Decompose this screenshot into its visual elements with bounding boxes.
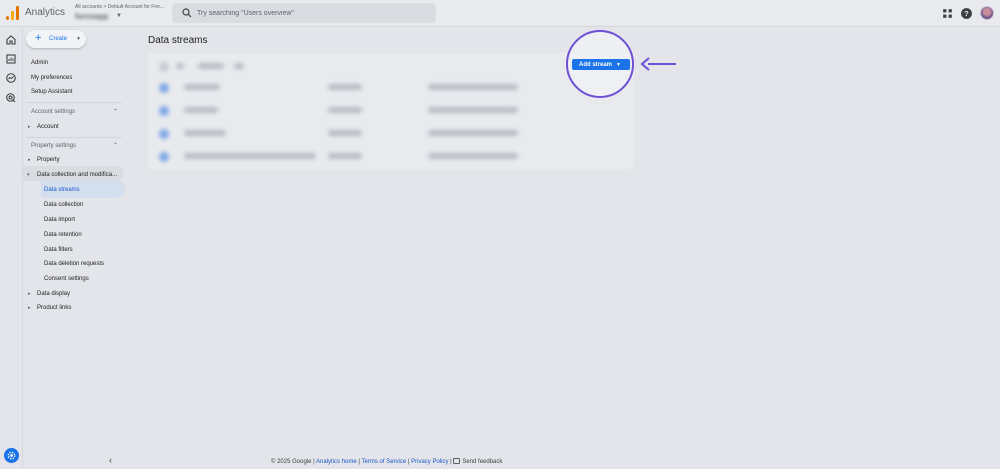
nav-account[interactable]: Account <box>37 124 59 130</box>
user-avatar[interactable] <box>980 6 994 20</box>
send-feedback-link[interactable]: Send feedback <box>453 458 502 465</box>
chevron-down-icon[interactable]: ▼ <box>116 13 122 19</box>
advertising-icon[interactable] <box>5 92 17 104</box>
admin-sidebar: + Create ▼ Admin My preferences Setup As… <box>23 27 129 469</box>
nav-admin[interactable]: Admin <box>31 60 48 66</box>
stream-icon <box>159 83 169 93</box>
nav-my-preferences[interactable]: My preferences <box>31 75 72 81</box>
expand-arrow-icon[interactable]: ▸ <box>28 305 31 311</box>
gear-icon <box>7 451 16 460</box>
admin-settings-gear-icon[interactable] <box>4 448 19 463</box>
privacy-policy-link[interactable]: Privacy Policy <box>411 459 448 465</box>
divider <box>26 137 122 138</box>
create-button[interactable]: + Create ▼ <box>26 30 86 48</box>
analytics-logo-icon[interactable] <box>6 6 19 20</box>
property-name[interactable]: formsapp <box>75 12 108 21</box>
collapse-arrow-icon[interactable]: ▾ <box>27 172 30 178</box>
filter-icon <box>159 62 169 72</box>
nav-data-deletion-requests[interactable]: Data deletion requests <box>44 261 104 267</box>
pointer-arrow-icon <box>640 57 676 71</box>
section-account-settings[interactable]: Account settings <box>31 109 75 115</box>
table-row[interactable] <box>148 77 634 100</box>
table-toolbar <box>148 56 634 79</box>
divider <box>26 102 122 103</box>
feedback-icon <box>453 458 461 464</box>
analytics-home-link[interactable]: Analytics home <box>316 459 357 465</box>
plus-icon: + <box>35 32 42 44</box>
search-input[interactable] <box>197 6 427 20</box>
apps-grid-icon[interactable] <box>941 7 954 20</box>
table-row[interactable] <box>148 146 634 169</box>
top-bar: Analytics All accounts > Default Account… <box>0 0 1000 27</box>
terms-of-service-link[interactable]: Terms of Service <box>362 459 407 465</box>
expand-arrow-icon[interactable]: ▸ <box>28 291 31 297</box>
svg-text:?: ? <box>964 9 969 18</box>
nav-consent-settings[interactable]: Consent settings <box>44 276 89 282</box>
left-rail <box>0 27 23 469</box>
chevron-down-icon: ▼ <box>616 62 621 68</box>
section-property-settings[interactable]: Property settings <box>31 143 76 149</box>
add-stream-button[interactable]: Add stream ▼ <box>572 59 630 70</box>
footer: © 2025 Google | Analytics home | Terms o… <box>271 458 503 465</box>
account-breadcrumb[interactable]: All accounts > Default Account for Fire.… <box>75 4 164 10</box>
stream-icon <box>159 106 169 116</box>
help-icon[interactable]: ? <box>960 7 973 20</box>
nav-product-links[interactable]: Product links <box>37 305 71 311</box>
nav-data-import[interactable]: Data import <box>44 217 75 223</box>
stream-icon <box>159 129 169 139</box>
expand-arrow-icon[interactable]: ▸ <box>28 157 31 163</box>
chevron-up-icon[interactable]: ⌃ <box>113 142 118 149</box>
reports-icon[interactable] <box>5 53 17 65</box>
page-title: Data streams <box>148 35 208 46</box>
nav-data-collection[interactable]: Data collection <box>44 202 83 208</box>
nav-data-display[interactable]: Data display <box>37 291 70 297</box>
collapse-sidebar-chevron-icon[interactable]: ‹ <box>109 455 112 465</box>
home-icon[interactable] <box>5 34 17 46</box>
search-bar[interactable] <box>172 3 436 23</box>
chevron-up-icon[interactable]: ⌃ <box>113 108 118 115</box>
search-icon <box>182 8 192 18</box>
nav-data-filters[interactable]: Data filters <box>44 247 73 253</box>
table-row[interactable] <box>148 100 634 123</box>
stream-icon <box>159 152 169 162</box>
table-row[interactable] <box>148 123 634 146</box>
chevron-down-icon: ▼ <box>76 36 81 42</box>
explore-icon[interactable] <box>5 72 17 84</box>
app-title: Analytics <box>25 7 66 18</box>
nav-data-collection-and-modification[interactable]: Data collection and modifica... <box>37 172 117 178</box>
data-streams-table <box>148 53 634 169</box>
nav-data-retention[interactable]: Data retention <box>44 232 82 238</box>
nav-setup-assistant[interactable]: Setup Assistant <box>31 89 72 95</box>
nav-property[interactable]: Property <box>37 157 60 163</box>
expand-arrow-icon[interactable]: ▸ <box>28 124 31 130</box>
nav-data-streams[interactable]: Data streams <box>44 187 80 193</box>
